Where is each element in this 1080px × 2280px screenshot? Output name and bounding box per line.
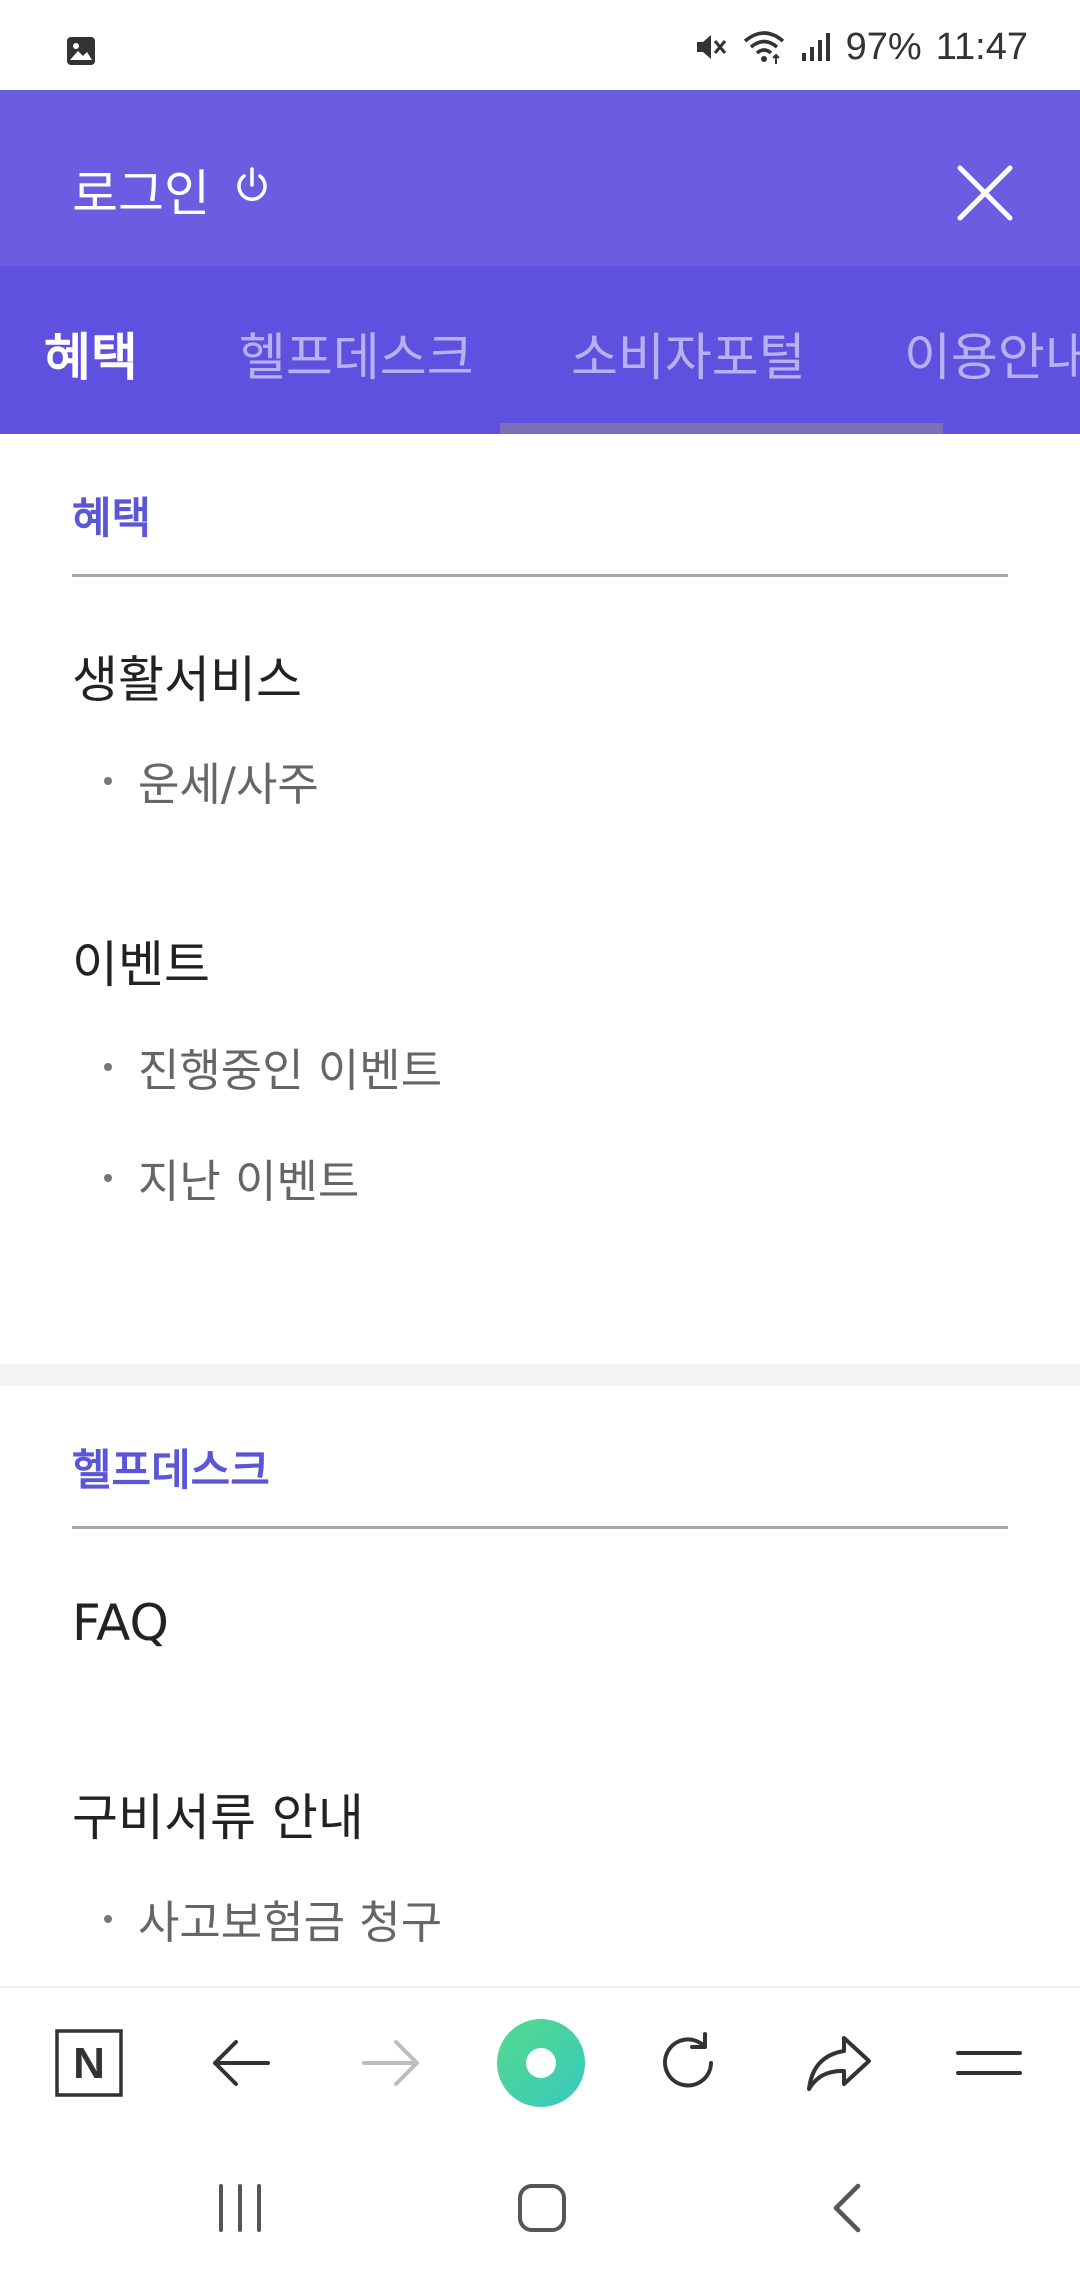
power-icon (232, 161, 272, 219)
refresh-icon[interactable] (613, 1988, 763, 2138)
bullet (104, 1914, 112, 1923)
menu-header: 로그인 (0, 90, 1080, 266)
green-dot-icon[interactable] (466, 1988, 616, 2138)
mute-icon (694, 31, 728, 63)
wifi-icon (742, 29, 786, 65)
list-item-label: 진행중인 이벤트 (138, 1044, 443, 1097)
signal-icon (800, 31, 832, 63)
svg-text:N: N (73, 2039, 105, 2088)
group-faq[interactable]: FAQ (72, 1594, 169, 1652)
section-divider (72, 1526, 1008, 1529)
gallery-notification-icon (66, 36, 96, 70)
list-item-accident-claim[interactable]: 사고보험금 청구 (104, 1886, 442, 1951)
category-tabs: 혜택 헬프데스크 소비자포털 이용안내 (0, 266, 1080, 434)
list-item-label: 지난 이벤트 (138, 1155, 360, 1208)
browser-toolbar: N (0, 1986, 1080, 2136)
tab-usage-guide[interactable]: 이용안내 (904, 316, 1080, 390)
recent-apps-icon[interactable] (160, 2136, 320, 2280)
login-label: 로그인 (72, 165, 210, 223)
home-icon[interactable] (462, 2136, 622, 2280)
bullet (104, 1173, 112, 1182)
status-bar: 97% 11:47 (0, 0, 1080, 90)
group-event[interactable]: 이벤트 (72, 925, 210, 997)
group-life-service[interactable]: 생활서비스 (72, 640, 302, 712)
list-item-fortune[interactable]: 운세/사주 (104, 748, 319, 813)
section-title-helpdesk: 헬프데스크 (72, 1446, 270, 1496)
system-navigation-bar (0, 2136, 1080, 2280)
group-required-documents[interactable]: 구비서류 안내 (72, 1778, 364, 1850)
login-button[interactable]: 로그인 (72, 154, 272, 226)
naver-n-icon[interactable]: N (14, 1988, 164, 2138)
tab-consumer-portal[interactable]: 소비자포털 (571, 316, 806, 390)
bullet (104, 1062, 112, 1071)
menu-icon[interactable] (914, 1988, 1064, 2138)
tab-scroll-indicator (500, 423, 943, 434)
list-item-label: 사고보험금 청구 (138, 1896, 443, 1949)
list-item-past-event[interactable]: 지난 이벤트 (104, 1145, 359, 1210)
section-separator (0, 1364, 1080, 1386)
close-icon[interactable] (956, 164, 1014, 222)
section-divider (72, 574, 1008, 577)
clock: 11:47 (935, 25, 1028, 68)
bullet (104, 776, 112, 785)
list-item-ongoing-event[interactable]: 진행중인 이벤트 (104, 1034, 442, 1099)
section-title-benefits: 혜택 (72, 494, 152, 544)
tab-helpdesk[interactable]: 헬프데스크 (239, 316, 474, 390)
battery-level: 97% (845, 25, 922, 68)
system-back-icon[interactable] (766, 2136, 926, 2280)
tab-benefits[interactable]: 혜택 (44, 316, 138, 390)
share-icon[interactable] (764, 1988, 914, 2138)
forward-arrow-icon[interactable] (316, 1988, 466, 2138)
back-arrow-icon[interactable] (166, 1988, 316, 2138)
list-item-label: 운세/사주 (138, 758, 319, 811)
